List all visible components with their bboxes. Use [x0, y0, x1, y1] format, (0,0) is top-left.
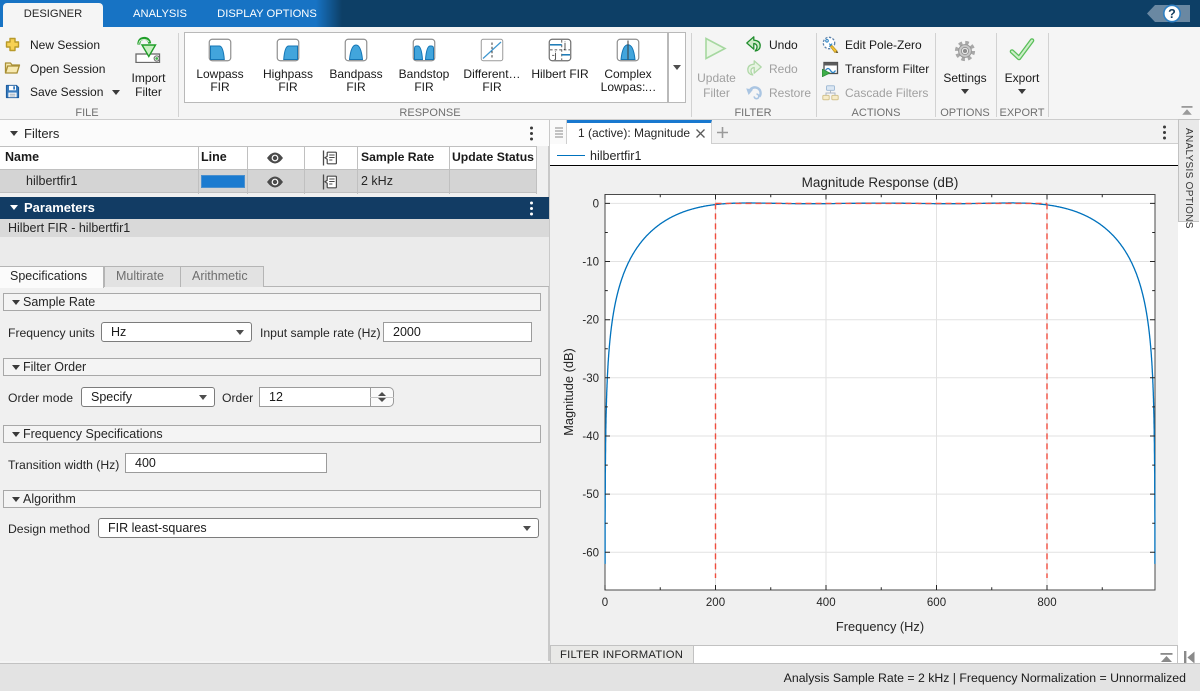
svg-text:0: 0: [593, 198, 599, 210]
svg-text:200: 200: [706, 597, 725, 609]
svg-text:600: 600: [927, 597, 946, 609]
svg-text:400: 400: [816, 597, 835, 609]
svg-text:?: ?: [1168, 7, 1176, 21]
svg-text:Magnitude Response (dB): Magnitude Response (dB): [802, 175, 959, 190]
svg-text:-50: -50: [582, 489, 599, 501]
svg-text:Magnitude (dB): Magnitude (dB): [561, 348, 576, 436]
svg-text:-10: -10: [582, 257, 599, 269]
svg-text:Frequency (Hz): Frequency (Hz): [836, 619, 924, 634]
svg-text:-60: -60: [582, 547, 599, 559]
svg-text:-40: -40: [582, 431, 599, 443]
svg-text:-j: -j: [552, 50, 557, 60]
svg-text:0: 0: [602, 597, 608, 609]
svg-text:-20: -20: [582, 315, 599, 327]
svg-text:j: j: [563, 40, 566, 50]
svg-text:800: 800: [1037, 597, 1056, 609]
svg-text:-30: -30: [582, 373, 599, 385]
